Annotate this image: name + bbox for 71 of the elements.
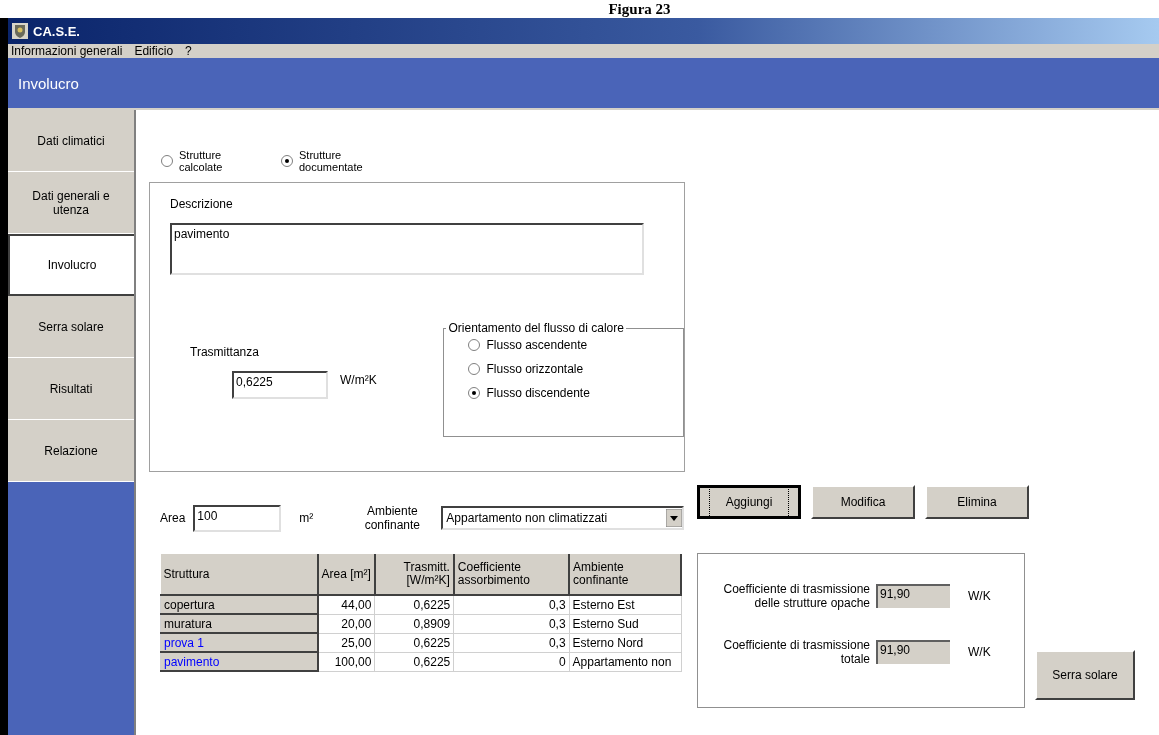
- table-cell: Esterno Sud: [569, 614, 681, 633]
- table-cell: Appartamento non: [569, 652, 681, 671]
- action-button[interactable]: Elimina: [925, 485, 1029, 519]
- action-button[interactable]: Aggiungi: [697, 485, 801, 519]
- sidebar-tab[interactable]: Risultati: [8, 358, 134, 420]
- radio-button[interactable]: [468, 339, 481, 351]
- table-cell: Esterno Est: [569, 595, 681, 614]
- column-header: Area [m²]: [317, 554, 375, 595]
- section-title: Involucro: [18, 74, 79, 92]
- column-header: Struttura: [160, 554, 318, 595]
- dropdown-arrow-icon[interactable]: [666, 509, 683, 527]
- table-cell: 0,3: [453, 614, 570, 633]
- action-button[interactable]: Modifica: [811, 485, 915, 519]
- description-field[interactable]: pavimento: [170, 223, 644, 275]
- adjacent-dropdown[interactable]: Appartamento non climatizzati: [441, 506, 685, 530]
- field-label: Ambiente confinante: [363, 504, 422, 532]
- radio-button[interactable]: [161, 155, 173, 167]
- column-header: Ambiente confinante: [569, 554, 681, 595]
- radio-label: Strutture calcolate: [179, 149, 224, 173]
- group-title: Orientamento del flusso di calore: [447, 321, 625, 335]
- radio-button[interactable]: [468, 387, 481, 399]
- greenhouse-button[interactable]: Serra solare: [1035, 650, 1135, 700]
- table-cell: 0,6225: [374, 633, 454, 652]
- table-cell: 0: [453, 652, 570, 671]
- result-label: Coefficiente di trasmissione delle strutture opache: [722, 582, 870, 610]
- radio-option[interactable]: Strutture documentate: [281, 140, 379, 182]
- shield-icon: [12, 23, 28, 39]
- radio-label: Flusso orizzontale: [486, 363, 584, 375]
- sidebar-tab[interactable]: Relazione: [8, 420, 134, 482]
- field-label: Trasmittanza: [190, 345, 260, 359]
- field-label: Descrizione: [170, 197, 234, 211]
- table-cell: 0,6225: [374, 595, 454, 614]
- menu-item[interactable]: Edificio: [134, 44, 174, 58]
- sidebar-tab[interactable]: Dati climatici: [8, 110, 134, 172]
- column-header: Trasmitt. [W/m²K]: [374, 554, 454, 595]
- radio-option[interactable]: Flusso discendente: [468, 387, 683, 399]
- table-cell: 0,6225: [374, 652, 454, 671]
- area-field[interactable]: 100: [193, 504, 282, 532]
- sidebar-tab[interactable]: Serra solare: [8, 296, 134, 358]
- column-header: Coefficiente assorbimento: [453, 554, 570, 595]
- sidebar-tab[interactable]: Involucro: [8, 234, 134, 296]
- radio-label: Flusso discendente: [486, 387, 590, 399]
- table-cell: 0,8909: [374, 614, 454, 633]
- radio-option[interactable]: Flusso orizzontale: [468, 363, 683, 375]
- document-caption: Figura 23: [608, 1, 671, 17]
- table-cell: 0,3: [453, 633, 570, 652]
- radio-label: Flusso ascendente: [486, 339, 588, 351]
- table-cell: 25,00: [317, 633, 375, 652]
- menu-item[interactable]: ?: [185, 44, 192, 58]
- radio-label: Strutture documentate: [299, 149, 364, 173]
- transmittance-field[interactable]: 0,6225: [232, 371, 328, 399]
- menu-item[interactable]: Informazioni generali: [11, 44, 123, 58]
- result-label: Coefficiente di trasmissione totale: [722, 638, 870, 666]
- unit-label: W/K: [968, 645, 991, 659]
- radio-button[interactable]: [281, 155, 293, 167]
- unit-label: W/K: [968, 589, 991, 603]
- sidebar-tab[interactable]: Dati generali e utenza: [8, 172, 134, 234]
- radio-button[interactable]: [468, 363, 481, 375]
- result-field: 91,90: [876, 640, 950, 664]
- table-cell: 44,00: [317, 595, 375, 614]
- unit-label: W/m²K: [340, 372, 377, 387]
- table-cell: 20,00: [317, 614, 375, 633]
- table-cell: 0,3: [453, 595, 570, 614]
- radio-option[interactable]: Flusso ascendente: [468, 339, 683, 351]
- window-title: CA.S.E.: [33, 23, 80, 39]
- radio-option[interactable]: Strutture calcolate: [161, 140, 259, 182]
- unit-label: m²: [299, 511, 314, 525]
- result-field: 91,90: [876, 584, 950, 608]
- table-cell: Esterno Nord: [569, 633, 681, 652]
- table-cell: 100,00: [317, 652, 375, 671]
- field-label: Area: [160, 511, 186, 525]
